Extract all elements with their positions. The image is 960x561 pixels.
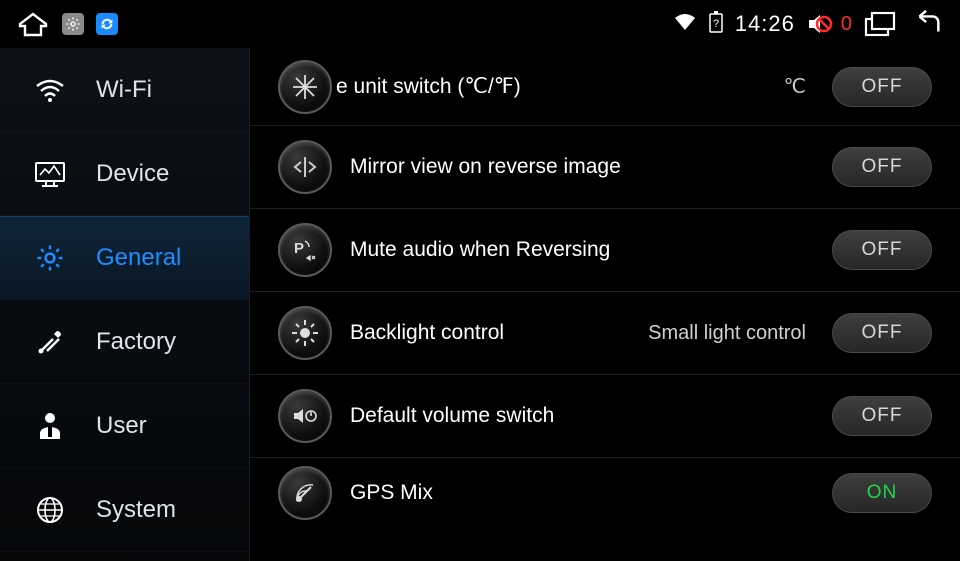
user-icon [34,410,66,442]
volume-level: 0 [841,13,852,36]
sidebar-item-general[interactable]: General [0,216,249,300]
snowflake-icon [278,60,332,114]
toggle-backlight[interactable]: OFF [832,313,932,353]
toggle-gps-mix[interactable]: ON [832,473,932,513]
toggle-mirror-reverse[interactable]: OFF [832,147,932,187]
sidebar-item-label: User [96,412,147,440]
park-mute-icon: P [278,223,332,277]
setting-row-backlight[interactable]: Backlight control Small light control OF… [250,292,960,375]
setting-row-mute-reverse[interactable]: P Mute audio when Reversing OFF [250,209,960,292]
sidebar-item-factory[interactable]: Factory [0,300,249,384]
settings-list[interactable]: e unit switch (℃/℉) ℃ OFF Mirror view on… [250,48,960,561]
setting-row-temp-unit[interactable]: e unit switch (℃/℉) ℃ OFF [250,48,960,126]
sync-app-icon[interactable] [96,13,118,35]
sidebar-item-label: General [96,244,181,272]
setting-row-default-volume[interactable]: Default volume switch OFF [250,375,960,458]
sidebar-item-label: Factory [96,328,176,356]
setting-label: Backlight control [350,321,504,345]
battery-status-icon: ? [709,11,723,38]
wifi-icon [34,74,66,106]
sidebar-item-label: Wi-Fi [96,76,152,104]
globe-icon [34,494,66,526]
speaker-power-icon [278,389,332,443]
toggle-temp-unit[interactable]: OFF [832,67,932,107]
device-icon [34,158,66,190]
sidebar-item-user[interactable]: User [0,384,249,468]
setting-label: Default volume switch [350,404,554,428]
setting-label: e unit switch (℃/℉) [336,74,521,99]
back-icon[interactable] [910,7,944,41]
svg-text:P: P [294,240,304,257]
tools-icon [34,326,66,358]
volume-mute-icon[interactable] [807,12,833,36]
satellite-icon [278,466,332,520]
setting-label: Mirror view on reverse image [350,155,621,179]
brightness-icon [278,306,332,360]
sidebar-item-wifi[interactable]: Wi-Fi [0,48,249,132]
sidebar-item-system[interactable]: System [0,468,249,552]
clock: 14:26 [735,11,795,37]
setting-label: Mute audio when Reversing [350,238,610,262]
mirror-icon [278,140,332,194]
home-icon[interactable] [16,7,50,41]
sidebar-item-label: System [96,496,176,524]
setting-secondary: Small light control [648,322,806,345]
toggle-default-volume[interactable]: OFF [832,396,932,436]
recent-apps-icon[interactable] [864,7,898,41]
sidebar: Wi-Fi Device General Factory User [0,48,250,561]
sidebar-item-label: Device [96,160,169,188]
setting-label: GPS Mix [350,481,433,505]
svg-text:?: ? [713,18,719,30]
settings-app-icon[interactable] [62,13,84,35]
sidebar-item-device[interactable]: Device [0,132,249,216]
gear-icon [34,242,66,274]
setting-row-mirror-reverse[interactable]: Mirror view on reverse image OFF [250,126,960,209]
toggle-mute-reverse[interactable]: OFF [832,230,932,270]
status-bar: ? 14:26 0 [0,0,960,48]
setting-secondary: ℃ [784,74,806,99]
wifi-status-icon [673,12,697,37]
setting-row-gps-mix[interactable]: GPS Mix ON [250,458,960,528]
